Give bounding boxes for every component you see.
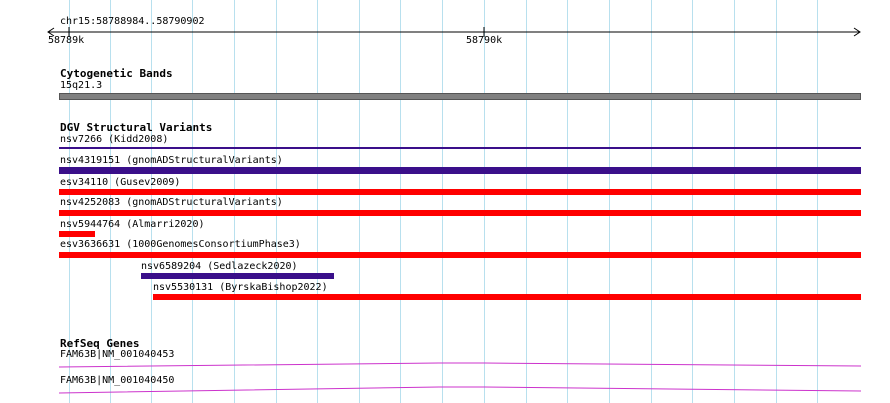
ruler-tick-58789k: 58789k [48, 35, 85, 46]
ruler-tick-58790k: 58790k [466, 35, 503, 46]
dgv-title: DGV Structural Variants [60, 121, 213, 134]
variant-bar-nsv4252083[interactable] [59, 210, 861, 216]
variant-bar-nsv5944764[interactable] [59, 231, 95, 237]
variant-label-nsv5944764: nsv5944764 (Almarri2020) [60, 219, 205, 230]
cytogenetic-bands-title: Cytogenetic Bands [60, 67, 173, 80]
variant-label-esv34110: esv34110 (Gusev2009) [60, 177, 181, 188]
gene-model-nm-001040453[interactable] [59, 360, 862, 370]
variant-label-nsv5530131: nsv5530131 (ByrskaBishop2022) [153, 282, 328, 293]
variant-bar-esv3636631[interactable] [59, 252, 861, 258]
ruler-axis [47, 27, 861, 37]
cytoband-bar[interactable] [59, 93, 861, 100]
variant-label-esv3636631: esv3636631 (1000GenomesConsortiumPhase3) [60, 239, 301, 250]
gene-model-nm-001040450[interactable] [59, 383, 862, 395]
variant-label-nsv4319151: nsv4319151 (gnomADStructuralVariants) [60, 155, 283, 166]
variant-bar-esv34110[interactable] [59, 189, 861, 195]
variant-bar-nsv5530131[interactable] [153, 294, 861, 300]
variant-label-nsv6589204: nsv6589204 (Sedlazeck2020) [141, 261, 298, 272]
variant-bar-nsv4319151[interactable] [59, 167, 861, 174]
variant-label-nsv7266: nsv7266 (Kidd2008) [60, 134, 169, 145]
variant-bar-nsv7266[interactable] [59, 147, 861, 149]
cytoband-label: 15q21.3 [60, 80, 103, 91]
variant-label-nsv4252083: nsv4252083 (gnomADStructuralVariants) [60, 197, 283, 208]
variant-bar-nsv6589204[interactable] [141, 273, 334, 279]
